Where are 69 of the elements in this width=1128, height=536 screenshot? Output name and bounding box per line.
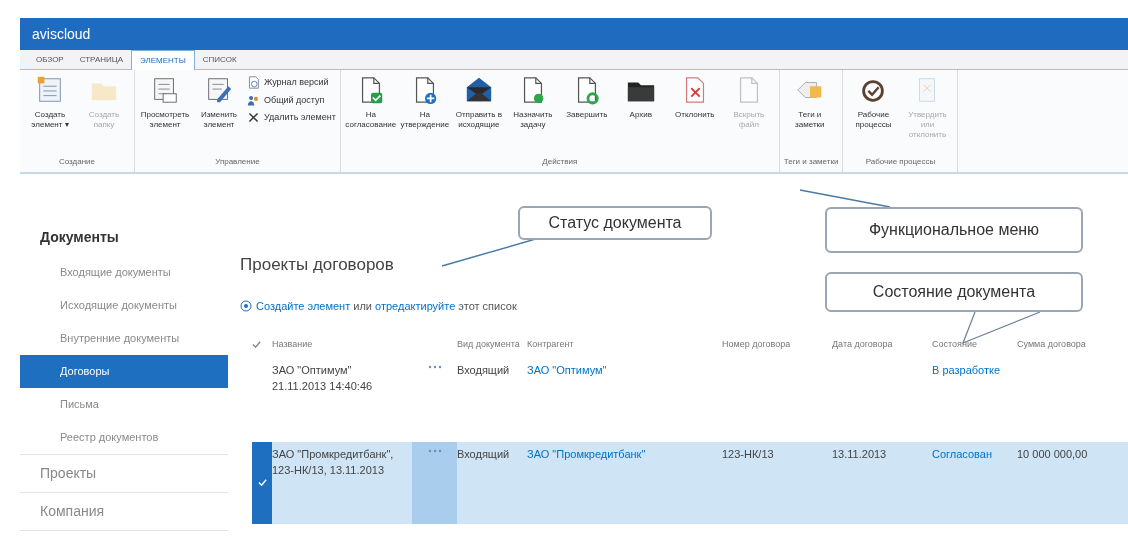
- checkmark-icon: [252, 340, 261, 350]
- column-header[interactable]: Название: [272, 338, 412, 352]
- group-label: Теги и заметки: [783, 156, 839, 168]
- people-icon: [247, 93, 260, 107]
- group-label: Управление: [214, 156, 261, 168]
- sidebar-item[interactable]: Письма: [20, 388, 228, 421]
- sidebar-item[interactable]: Исходящие документы: [20, 289, 228, 322]
- ribbon-button[interactable]: На утверждение: [398, 74, 451, 130]
- table-row[interactable]: ЗАО "Промкредитбанк", 123-НК/13, 13.11.2013 Входящий ЗАО "Промкредитбанк" 123-НК/13 13.11.2013 Согласован 10 000 000,00: [252, 441, 1128, 524]
- table-cell-text: ЗАО "Промкредитбанк", 123-НК/13, 13.11.2013: [272, 446, 395, 478]
- column-header[interactable]: Состояние: [932, 338, 1017, 352]
- ribbon-button[interactable]: Просмотреть элемент: [139, 74, 191, 130]
- ribbon-button[interactable]: Удалить элемент: [247, 111, 336, 125]
- state-link[interactable]: В разработке: [932, 361, 1002, 378]
- list-title: Проекты договоров: [240, 254, 394, 276]
- table-cell-text: 10 000 000,00: [1017, 446, 1089, 462]
- ribbon-button[interactable]: Создать элемент ▾: [24, 74, 76, 130]
- sidebar-item[interactable]: Внутренние документы: [20, 322, 228, 355]
- group-label: Действия: [541, 156, 579, 168]
- group-label: Создание: [57, 156, 97, 168]
- sidebar-heading[interactable]: Документы: [20, 219, 228, 256]
- callout-box: Состояние документа: [825, 272, 1083, 312]
- sidebar-item[interactable]: Договоры: [20, 355, 228, 388]
- ellipsis-icon: [427, 364, 442, 369]
- counterparty-link[interactable]: ЗАО "Промкредитбанк": [527, 447, 646, 460]
- sidebar-heading[interactable]: Проекты: [20, 455, 228, 492]
- callout-box: Функциональное меню: [825, 207, 1083, 253]
- column-header[interactable]: Контрагент: [527, 338, 722, 352]
- ribbon-button[interactable]: Отправить в исходящие: [452, 74, 505, 130]
- ribbon-tab[interactable]: СПИСОК: [194, 51, 245, 69]
- counterparty-link[interactable]: ЗАО "Оптимум": [527, 363, 607, 376]
- sidebar-item[interactable]: Входящие документы: [20, 256, 228, 289]
- ribbon-button[interactable]: Изменить элемент: [193, 74, 245, 130]
- callout-box: Статус документа: [518, 206, 712, 240]
- ribbon-button[interactable]: Общий доступ: [247, 93, 336, 107]
- ribbon-button[interactable]: Теги и заметки: [783, 74, 836, 130]
- column-header[interactable]: Дата договора: [832, 338, 932, 352]
- ribbon-tab[interactable]: ЭЛЕМЕНТЫ: [131, 50, 195, 70]
- table-cell-text: 13.11.2013: [832, 446, 888, 462]
- create-item-sentence: Создайте элемент или отредактируйте этот список: [256, 298, 517, 314]
- table-cell-text: ЗАО "Оптимум" 21.11.2013 14:40:46: [272, 362, 374, 394]
- table-cell-text: Входящий: [457, 446, 511, 462]
- table-cell-text: 123-НК/13: [722, 446, 775, 462]
- column-header[interactable]: Вид документа: [457, 338, 527, 352]
- ribbon-button[interactable]: Завершить: [560, 74, 613, 120]
- inline-link[interactable]: Создайте элемент: [256, 299, 351, 312]
- ribbon-button[interactable]: Отклонить: [668, 74, 721, 120]
- history-icon: [247, 76, 260, 90]
- close-icon: [247, 111, 260, 125]
- column-header[interactable]: Номер договора: [722, 338, 832, 352]
- table-cell-text: Входящий: [457, 362, 511, 378]
- ribbon-tab[interactable]: ОБЗОР: [28, 51, 72, 69]
- ribbon-tab[interactable]: СТРАНИЦА: [71, 51, 131, 69]
- ribbon-button[interactable]: Назначить задачу: [506, 74, 559, 130]
- ribbon-button[interactable]: Рабочие процессы: [847, 74, 900, 130]
- ribbon-button[interactable]: Журнал версий: [247, 76, 336, 90]
- inline-link[interactable]: отредактируйте: [375, 299, 456, 312]
- sidebar-item[interactable]: Реестр документов: [20, 421, 228, 454]
- table-row[interactable]: ЗАО "Оптимум" 21.11.2013 14:40:46 Входящий ЗАО "Оптимум" В разработке: [252, 357, 1128, 408]
- app-title: aviscloud: [32, 24, 91, 44]
- sidebar-heading[interactable]: Компания: [20, 493, 228, 530]
- ribbon-button[interactable]: Архив: [614, 74, 667, 120]
- checkmark-icon: [257, 478, 267, 487]
- ellipsis-icon: [427, 448, 442, 453]
- ribbon-button[interactable]: На согласование: [344, 74, 397, 130]
- column-header[interactable]: Сумма договора: [1017, 338, 1112, 352]
- state-link[interactable]: Согласован: [932, 445, 1002, 462]
- group-label: Рабочие процессы: [864, 156, 937, 168]
- plus-circle-icon[interactable]: [240, 299, 252, 312]
